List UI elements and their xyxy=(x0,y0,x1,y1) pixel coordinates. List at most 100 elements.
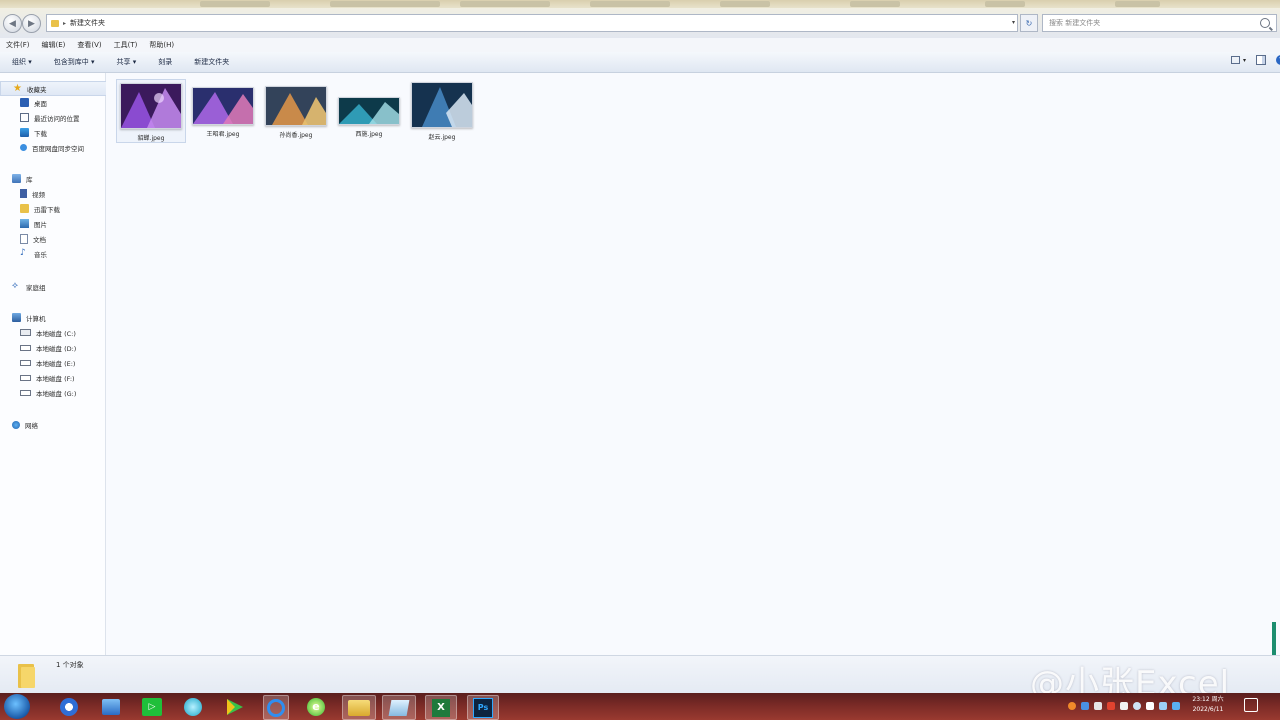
sidebar-label: 下载 xyxy=(34,129,47,138)
nav-buttons: ◀ ▶ xyxy=(3,14,41,33)
file-name: 西施.jpeg xyxy=(355,131,383,138)
tray-update-icon[interactable] xyxy=(1133,702,1141,710)
thumbnail-art xyxy=(121,84,181,128)
recent-places-icon xyxy=(20,113,29,122)
taskbar-app-browser[interactable] xyxy=(57,695,81,718)
address-dropdown-button[interactable]: ▾ xyxy=(1012,16,1018,28)
image-thumbnail xyxy=(120,83,182,129)
command-bar: 组织 ▾ 包含到库中 ▾ 共享 ▾ 刻录 新建文件夹 ▾ ? xyxy=(0,52,1280,73)
taskbar-app-photoshop[interactable]: Ps xyxy=(467,695,499,720)
sidebar-label: 家庭组 xyxy=(26,283,46,292)
folder-icon xyxy=(51,19,59,27)
player-icon: ▷ xyxy=(142,697,162,716)
tray-network-icon[interactable] xyxy=(1094,702,1102,710)
background-tab xyxy=(720,1,770,7)
search-box[interactable]: 搜索 新建文件夹 xyxy=(1042,14,1277,32)
refresh-icon: ↻ xyxy=(1025,18,1033,28)
cloud-sync-icon xyxy=(20,144,27,151)
taskbar-clock[interactable]: 23:12 周六 2022/6/11 xyxy=(1183,695,1233,715)
title-strip xyxy=(0,0,1280,8)
file-item[interactable]: 赵云.jpeg xyxy=(408,79,476,141)
image-thumbnail xyxy=(192,87,254,125)
taskbar-app-notepad[interactable] xyxy=(382,695,416,720)
taskbar-app-360[interactable]: e xyxy=(304,695,328,718)
tray-wifi-icon[interactable] xyxy=(1172,702,1180,710)
scroll-indicator[interactable] xyxy=(1272,622,1276,658)
file-item[interactable]: 貂蝉.jpeg xyxy=(116,79,186,143)
taskbar-app-qq-browser[interactable] xyxy=(263,695,289,720)
preview-pane-icon[interactable] xyxy=(1256,55,1266,65)
star-icon: ★ xyxy=(13,83,22,94)
view-dropdown-icon[interactable]: ▾ xyxy=(1243,57,1246,64)
background-tab xyxy=(850,1,900,7)
thumbnail-art xyxy=(193,88,253,124)
sidebar-label: 音乐 xyxy=(34,250,47,259)
start-button[interactable] xyxy=(4,694,30,719)
sidebar-network[interactable]: 网络 xyxy=(0,418,117,431)
sidebar-label: 网络 xyxy=(25,421,38,430)
photoshop-icon: Ps xyxy=(473,697,493,718)
action-center-icon[interactable] xyxy=(1244,698,1258,712)
background-tab xyxy=(200,1,270,7)
menu-tools[interactable]: 工具(T) xyxy=(114,40,138,50)
taskbar-app-network[interactable] xyxy=(99,695,123,718)
tray-flag-icon[interactable] xyxy=(1146,702,1154,710)
search-input[interactable]: 搜索 新建文件夹 xyxy=(1049,18,1260,28)
tray-app-icon[interactable] xyxy=(1068,702,1076,710)
sidebar-favorites[interactable]: ★ 收藏夹 xyxy=(0,81,116,96)
file-item[interactable]: 孙尚香.jpeg xyxy=(262,79,330,141)
background-tab xyxy=(330,1,440,7)
sidebar-computer[interactable]: 计算机 xyxy=(0,311,117,324)
desktop-icon xyxy=(20,98,29,107)
address-bar[interactable]: ▸ 新建文件夹 xyxy=(46,14,1018,32)
sidebar-libraries[interactable]: 库 xyxy=(0,172,117,185)
sidebar-label: 收藏夹 xyxy=(27,85,47,94)
burn-button[interactable]: 刻录 xyxy=(158,57,172,67)
taskbar-app-media[interactable] xyxy=(222,695,246,718)
taskbar-app-explorer[interactable] xyxy=(342,695,376,720)
menu-view[interactable]: 查看(V) xyxy=(77,40,101,50)
sidebar-label: 本地磁盘 (F:) xyxy=(36,374,75,383)
organize-button[interactable]: 组织 ▾ xyxy=(12,57,32,67)
sidebar-homegroup[interactable]: ⟡ 家庭组 xyxy=(0,280,117,293)
forward-button[interactable]: ▶ xyxy=(22,14,41,33)
refresh-button[interactable]: ↻ xyxy=(1020,14,1038,32)
browser-icon xyxy=(60,697,78,716)
system-tray xyxy=(1068,696,1185,716)
documents-icon xyxy=(20,233,28,244)
tray-monitor-icon[interactable] xyxy=(1081,702,1089,710)
image-thumbnail xyxy=(411,82,473,128)
include-in-library-button[interactable]: 包含到库中 ▾ xyxy=(54,57,95,67)
file-name: 王昭君.jpeg xyxy=(206,131,240,138)
sidebar-label: 视频 xyxy=(32,190,45,199)
video-icon xyxy=(20,189,27,198)
back-button[interactable]: ◀ xyxy=(3,14,22,33)
taskbar-app-excel[interactable]: X xyxy=(425,695,457,720)
new-folder-button[interactable]: 新建文件夹 xyxy=(194,57,229,67)
image-thumbnail xyxy=(338,97,400,125)
sidebar-label: 本地磁盘 (C:) xyxy=(36,329,76,338)
document-icon xyxy=(388,699,410,716)
tray-volume-icon[interactable] xyxy=(1159,702,1167,710)
change-view-icon[interactable] xyxy=(1230,56,1240,64)
taskbar-app-tool[interactable] xyxy=(181,695,205,718)
share-button[interactable]: 共享 ▾ xyxy=(117,57,137,67)
folder-icon xyxy=(20,204,29,213)
taskbar-app-iqiyi[interactable]: ▷ xyxy=(140,695,164,718)
music-note-icon: ♪ xyxy=(20,248,26,258)
menu-edit[interactable]: 编辑(E) xyxy=(42,40,66,50)
file-item[interactable]: 西施.jpeg xyxy=(335,79,403,141)
downloads-icon xyxy=(20,128,29,137)
tray-keyboard-icon[interactable] xyxy=(1120,702,1128,710)
thumbnail-art xyxy=(339,98,399,124)
breadcrumb-chevron-icon: ▸ xyxy=(63,19,67,27)
tray-input-icon[interactable] xyxy=(1107,702,1115,710)
sidebar-label: 桌面 xyxy=(34,99,47,108)
menu-file[interactable]: 文件(F) xyxy=(6,40,30,50)
menu-help[interactable]: 帮助(H) xyxy=(149,40,174,50)
computer-icon xyxy=(12,313,21,322)
help-icon[interactable]: ? xyxy=(1276,55,1280,65)
file-item[interactable]: 王昭君.jpeg xyxy=(189,79,257,141)
file-name: 孙尚香.jpeg xyxy=(279,132,313,139)
sidebar-label: 图片 xyxy=(34,220,47,229)
